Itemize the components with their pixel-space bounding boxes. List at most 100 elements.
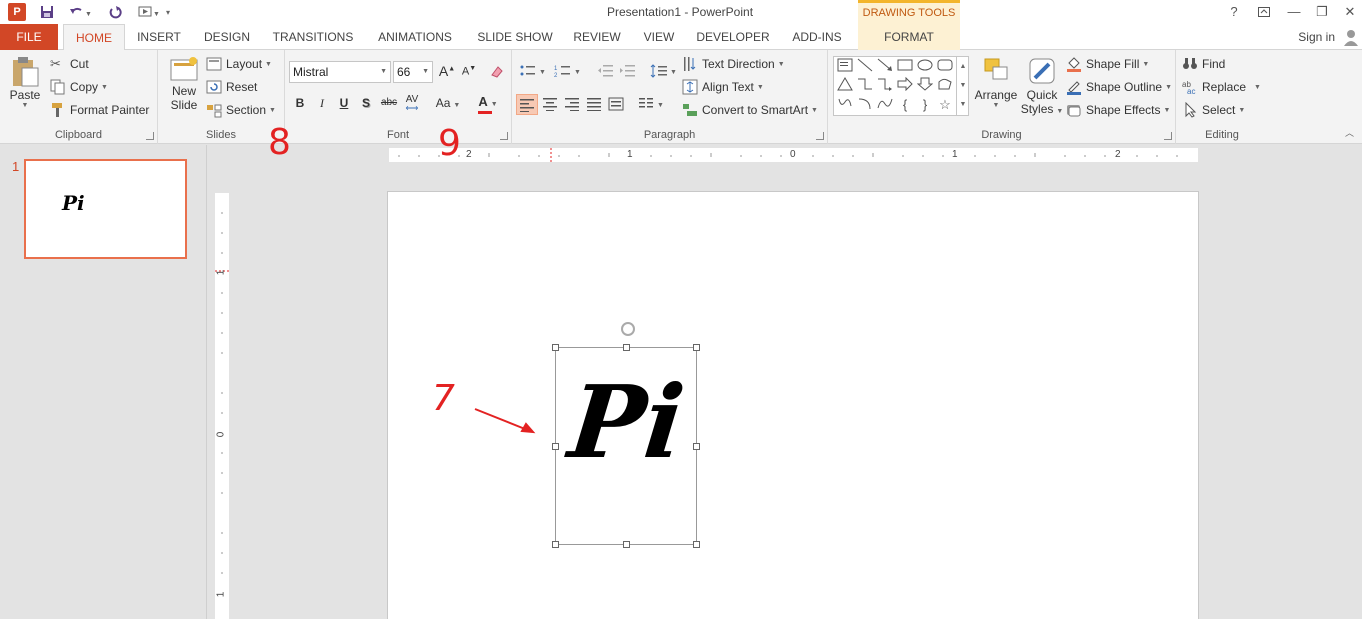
font-color-button[interactable]: A ▼ <box>475 94 501 114</box>
align-right-icon[interactable] <box>563 97 581 114</box>
font-name-combo[interactable]: Mistral ▼ <box>289 61 391 83</box>
line-shape-icon[interactable] <box>856 58 874 76</box>
tab-review[interactable]: REVIEW <box>569 24 625 50</box>
freeform-shape-icon[interactable] <box>936 77 954 95</box>
elbow-arrow-shape-icon[interactable] <box>876 77 894 95</box>
font-size-combo[interactable]: 66 ▼ <box>393 61 433 83</box>
shape-fill-label: Shape Fill <box>1086 57 1140 71</box>
arrange-button[interactable]: Arrange ▼ <box>974 56 1018 109</box>
undo-icon[interactable]: ▼ <box>66 2 94 22</box>
drawing-dialog-launcher[interactable] <box>1164 132 1172 140</box>
bold-button[interactable]: B <box>292 96 308 110</box>
select-button[interactable]: Select ▼ <box>1182 102 1245 118</box>
text-direction-button[interactable]: Text Direction ▼ <box>682 56 785 72</box>
tab-home[interactable]: HOME <box>63 24 125 51</box>
grow-font-icon[interactable]: A▲ <box>438 63 456 79</box>
cut-button[interactable]: ✂ Cut <box>50 56 89 72</box>
ribbon-display-options-icon[interactable] <box>1253 2 1275 22</box>
user-icon[interactable] <box>1342 28 1360 46</box>
shape-outline-button[interactable]: Shape Outline ▼ <box>1066 79 1172 95</box>
collapse-ribbon-icon[interactable]: ︿ <box>1345 126 1354 139</box>
bullets-button[interactable]: ▼ <box>519 64 547 81</box>
paste-button[interactable]: Paste ▼ <box>6 56 44 109</box>
copy-label: Copy <box>70 80 99 94</box>
right-brace-shape-icon[interactable]: } <box>916 96 934 114</box>
svg-text:▼: ▼ <box>657 102 664 109</box>
distributed-icon[interactable] <box>607 97 625 114</box>
clipboard-dialog-launcher[interactable] <box>146 132 154 140</box>
format-painter-button[interactable]: Format Painter <box>50 102 149 118</box>
customize-qat-icon[interactable]: ▾ <box>162 2 174 22</box>
increase-indent-icon[interactable] <box>618 64 636 81</box>
tab-format[interactable]: FORMAT <box>858 24 960 50</box>
justify-icon[interactable] <box>585 97 603 114</box>
rectangle-shape-icon[interactable] <box>896 58 914 76</box>
tab-animations[interactable]: ANIMATIONS <box>369 24 461 50</box>
reset-button[interactable]: Reset <box>206 79 257 95</box>
bullets-icon: ▼ <box>520 65 546 76</box>
triangle-shape-icon[interactable] <box>836 77 854 95</box>
columns-button[interactable]: ▼ <box>638 97 666 114</box>
replace-button[interactable]: ab ac Replace ▼ <box>1182 79 1261 95</box>
text-box-shape-icon[interactable] <box>836 58 854 76</box>
shrink-font-icon[interactable]: A▼ <box>461 65 477 78</box>
font-dialog-launcher[interactable] <box>500 132 508 140</box>
change-case-button[interactable]: Aa ▼ <box>433 96 463 110</box>
decrease-indent-icon[interactable] <box>596 64 614 81</box>
shape-effects-button[interactable]: Shape Effects ▼ <box>1066 102 1170 118</box>
svg-text:▼: ▼ <box>670 69 677 76</box>
tab-design[interactable]: DESIGN <box>197 24 257 50</box>
shadow-button[interactable]: S <box>358 96 374 110</box>
rounded-rectangle-shape-icon[interactable] <box>936 58 954 76</box>
redo-icon[interactable] <box>106 2 124 22</box>
close-button[interactable]: ✕ <box>1339 2 1361 22</box>
new-slide-button[interactable]: New Slide <box>166 56 202 112</box>
tab-file[interactable]: FILE <box>0 24 58 50</box>
tab-transitions[interactable]: TRANSITIONS <box>266 24 360 50</box>
binoculars-icon <box>1183 58 1197 69</box>
arrow-line-shape-icon[interactable] <box>876 58 894 76</box>
arc-shape-icon[interactable] <box>856 96 874 114</box>
shape-fill-button[interactable]: Shape Fill ▼ <box>1066 56 1149 72</box>
shapes-gallery[interactable]: { } ☆ ▲ ▼ ▼ <box>833 56 969 116</box>
layout-button[interactable]: Layout ▼ <box>206 56 272 72</box>
start-from-beginning-icon[interactable]: ▼ <box>136 2 162 22</box>
elbow-connector-shape-icon[interactable] <box>856 77 874 95</box>
gallery-scroll[interactable]: ▲ ▼ ▼ <box>956 57 969 115</box>
clear-formatting-icon[interactable] <box>488 64 506 83</box>
restore-button[interactable]: ❐ <box>1311 2 1333 22</box>
down-arrow-shape-icon[interactable] <box>916 77 934 95</box>
character-spacing-button[interactable]: AV ⟷ <box>401 94 423 113</box>
numbering-button[interactable]: 1 2 ▼ <box>554 64 582 81</box>
oval-shape-icon[interactable] <box>916 58 934 76</box>
tab-add-ins[interactable]: ADD-INS <box>784 24 850 50</box>
find-button[interactable]: Find <box>1182 56 1225 72</box>
copy-button[interactable]: Copy ▼ <box>50 79 108 95</box>
align-left-button[interactable] <box>516 94 538 115</box>
wave-shape-icon[interactable] <box>876 96 894 114</box>
minimize-button[interactable]: — <box>1283 2 1305 22</box>
align-text-button[interactable]: Align Text ▼ <box>682 79 764 95</box>
strikethrough-button[interactable]: abc <box>378 97 400 108</box>
section-button[interactable]: Section ▼ <box>206 102 276 118</box>
editing-group-label: Editing <box>1205 129 1239 141</box>
align-center-icon[interactable] <box>541 97 559 114</box>
save-icon[interactable] <box>38 2 56 22</box>
italic-button[interactable]: I <box>314 96 330 111</box>
help-icon[interactable]: ? <box>1223 2 1245 22</box>
right-arrow-shape-icon[interactable] <box>896 76 914 95</box>
convert-smartart-button[interactable]: Convert to SmartArt ▼ <box>682 102 818 118</box>
sign-in-link[interactable]: Sign in <box>1298 24 1335 50</box>
star-shape-icon[interactable]: ☆ <box>936 96 954 114</box>
paragraph-dialog-launcher[interactable] <box>816 132 824 140</box>
tab-slide-show[interactable]: SLIDE SHOW <box>471 24 559 50</box>
left-brace-shape-icon[interactable]: { <box>896 96 914 114</box>
tab-insert[interactable]: INSERT <box>131 24 187 50</box>
ribbon-tabs: FILE HOME INSERT DESIGN TRANSITIONS ANIM… <box>0 24 1362 51</box>
line-spacing-button[interactable]: ▼ <box>650 64 678 81</box>
underline-button[interactable]: U <box>336 96 352 110</box>
curve-shape-icon[interactable] <box>836 96 854 114</box>
tab-view[interactable]: VIEW <box>636 24 682 50</box>
tab-developer[interactable]: DEVELOPER <box>692 24 774 50</box>
quick-styles-button[interactable]: Quick Styles ▼ <box>1020 56 1064 116</box>
